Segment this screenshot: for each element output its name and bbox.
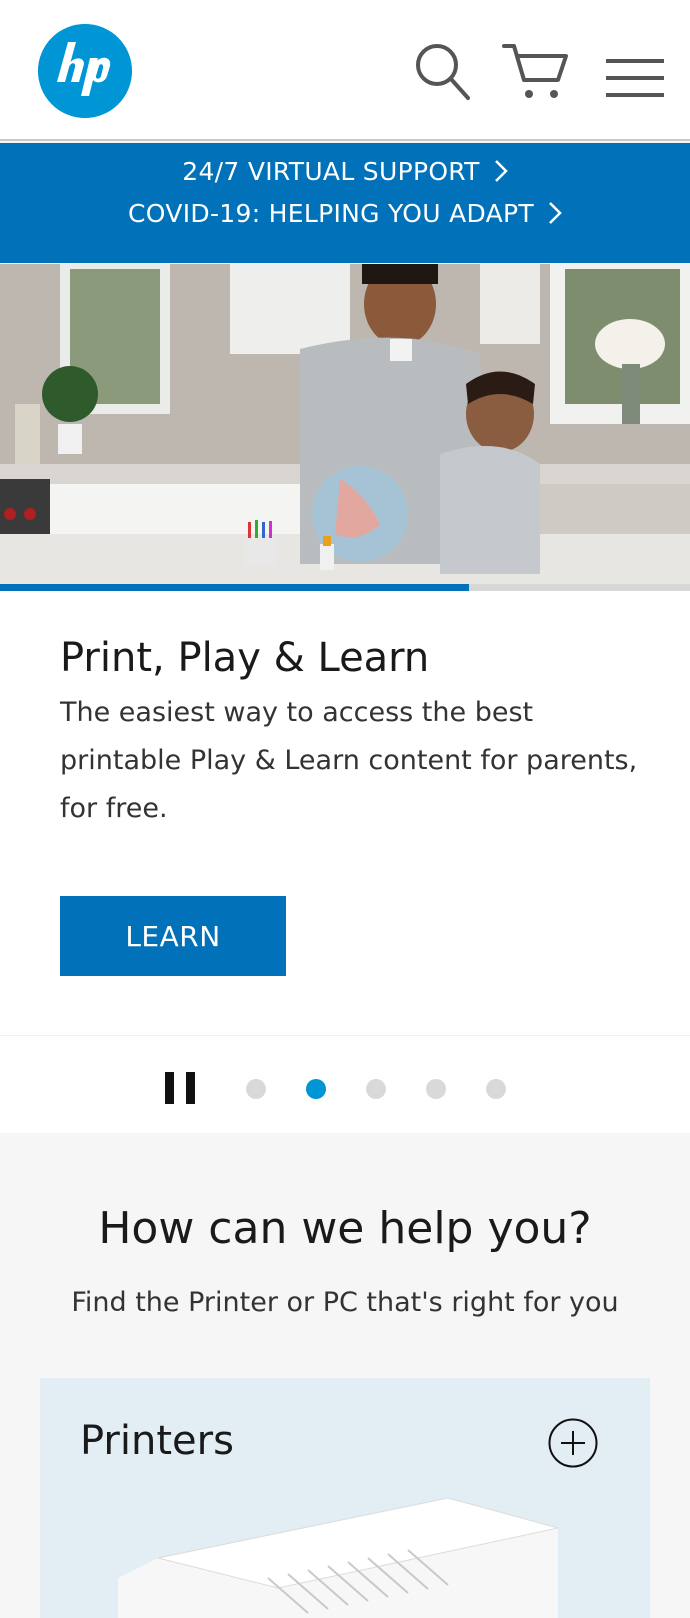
search-icon[interactable]	[412, 40, 474, 102]
hero-image[interactable]	[0, 264, 690, 584]
carousel-dot[interactable]	[426, 1079, 446, 1099]
chevron-right-icon	[494, 160, 508, 182]
printers-card[interactable]: Printers	[40, 1378, 650, 1618]
help-subtitle: Find the Printer or PC that's right for …	[71, 1287, 619, 1318]
learn-button[interactable]: LEARN	[60, 896, 286, 976]
printer-image	[118, 1497, 559, 1618]
cart-icon[interactable]	[502, 40, 572, 102]
slide-description: The easiest way to access the best print…	[60, 697, 638, 824]
virtual-support-label: 24/7 VIRTUAL SUPPORT	[182, 157, 480, 186]
help-section: How can we help you? Find the Printer or…	[0, 1133, 690, 1618]
carousel-controls	[0, 1035, 690, 1134]
virtual-support-link[interactable]: 24/7 VIRTUAL SUPPORT	[0, 157, 690, 186]
printers-card-title: Printers	[80, 1418, 234, 1464]
expand-plus-icon[interactable]	[548, 1418, 598, 1468]
slide-progress-fill	[0, 584, 470, 591]
pause-icon[interactable]	[165, 1072, 195, 1104]
family-kitchen-photo	[0, 264, 690, 584]
covid-label: COVID-19: HELPING YOU ADAPT	[128, 199, 534, 228]
carousel-dot[interactable]	[306, 1079, 326, 1099]
site-header	[0, 0, 690, 141]
carousel-dot[interactable]	[486, 1079, 506, 1099]
slide-content: Print, Play & Learn The easiest way to a…	[0, 591, 690, 1035]
slide-progress-bar	[0, 584, 690, 591]
covid-link[interactable]: COVID-19: HELPING YOU ADAPT	[0, 199, 690, 228]
support-banner: 24/7 VIRTUAL SUPPORT COVID-19: HELPING Y…	[0, 143, 690, 263]
slide-title: Print, Play & Learn	[60, 635, 430, 681]
menu-icon[interactable]	[604, 58, 666, 98]
help-title: How can we help you?	[98, 1203, 592, 1254]
carousel-dot[interactable]	[366, 1079, 386, 1099]
carousel-dot[interactable]	[246, 1079, 266, 1099]
chevron-right-icon	[549, 202, 562, 224]
hp-logo[interactable]	[38, 24, 132, 118]
hp-logo-icon	[38, 24, 132, 118]
